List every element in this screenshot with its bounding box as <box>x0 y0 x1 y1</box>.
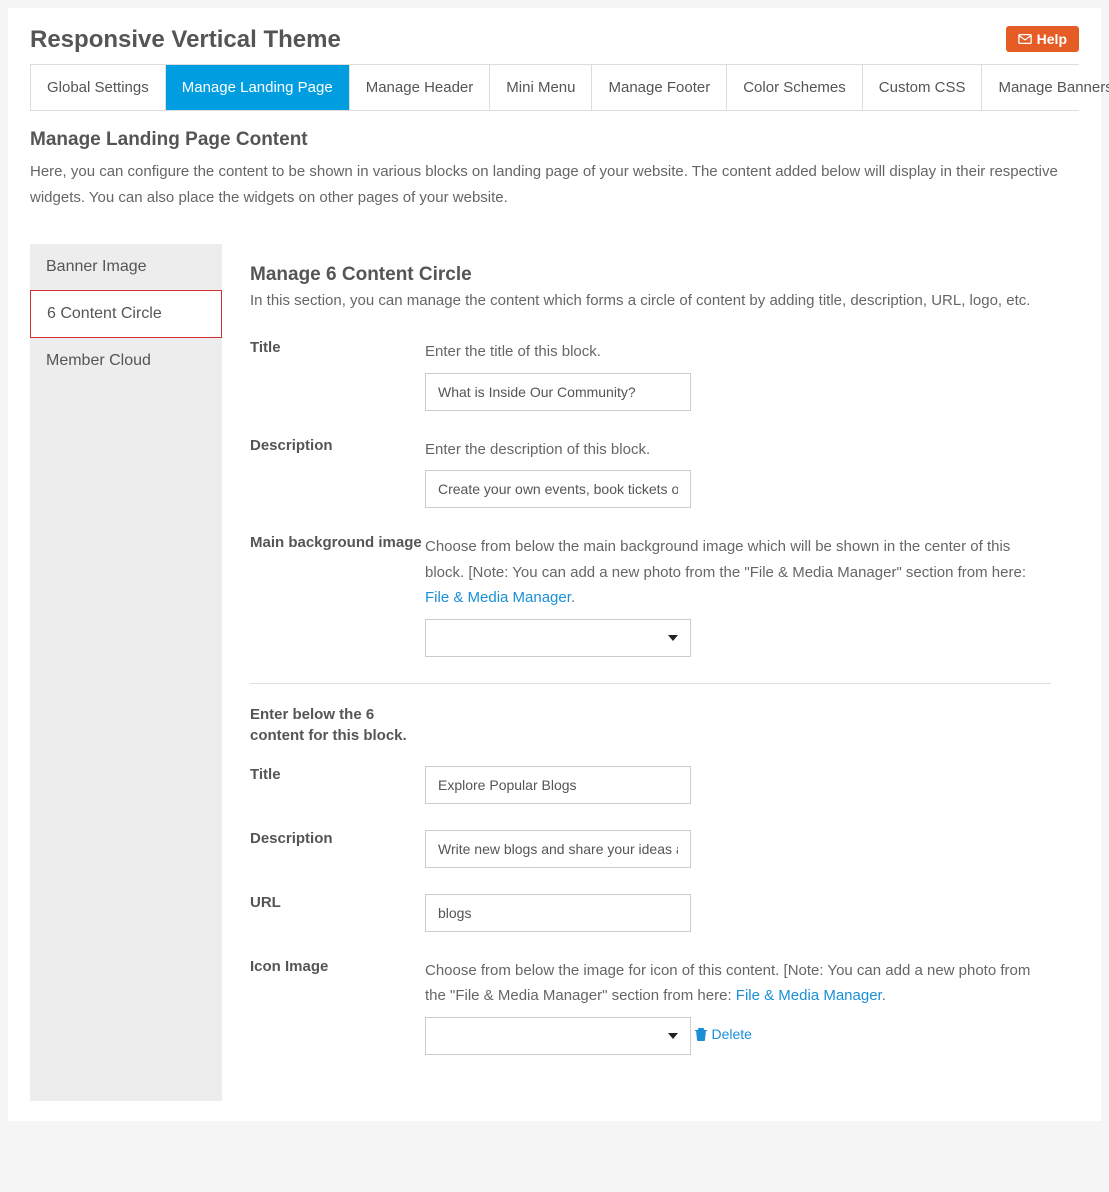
tab-manage-header[interactable]: Manage Header <box>350 65 491 110</box>
tab-manage-footer[interactable]: Manage Footer <box>592 65 727 110</box>
sidebar-item-6-content-circle[interactable]: 6 Content Circle <box>30 290 222 338</box>
file-media-manager-link[interactable]: File & Media Manager <box>425 589 571 606</box>
divider <box>250 683 1051 684</box>
tab-bar: Global Settings Manage Landing Page Mana… <box>30 64 1079 111</box>
content-title-input[interactable] <box>425 766 691 804</box>
description-label: Description <box>250 437 425 509</box>
icon-image-select[interactable] <box>425 1017 691 1055</box>
tab-mini-menu[interactable]: Mini Menu <box>490 65 592 110</box>
content-description-input[interactable] <box>425 830 691 868</box>
delete-link[interactable]: Delete <box>695 1026 751 1042</box>
sidebar-item-banner-image[interactable]: Banner Image <box>30 244 222 290</box>
content-description-label: Description <box>250 830 425 868</box>
panel-title: Manage 6 Content Circle <box>250 264 1051 286</box>
content-title-label: Title <box>250 766 425 804</box>
tab-manage-banners[interactable]: Manage Banners <box>982 65 1109 110</box>
panel-description: In this section, you can manage the cont… <box>250 292 1051 309</box>
page-title: Responsive Vertical Theme <box>30 26 341 54</box>
icon-image-label: Icon Image <box>250 958 425 1055</box>
tab-custom-css[interactable]: Custom CSS <box>863 65 983 110</box>
tab-global-settings[interactable]: Global Settings <box>31 65 166 110</box>
trash-icon <box>695 1027 707 1041</box>
mail-icon <box>1018 32 1032 46</box>
delete-label: Delete <box>711 1026 751 1042</box>
title-label: Title <box>250 339 425 411</box>
title-input[interactable] <box>425 373 691 411</box>
content-url-label: URL <box>250 894 425 932</box>
sidebar-item-member-cloud[interactable]: Member Cloud <box>30 338 222 384</box>
title-hint: Enter the title of this block. <box>425 339 1051 365</box>
tab-manage-landing-page[interactable]: Manage Landing Page <box>166 65 350 110</box>
sidebar: Banner Image 6 Content Circle Member Clo… <box>30 244 222 1101</box>
description-hint: Enter the description of this block. <box>425 437 1051 463</box>
bg-image-hint: Choose from below the main background im… <box>425 534 1051 611</box>
description-input[interactable] <box>425 470 691 508</box>
content-url-input[interactable] <box>425 894 691 932</box>
bg-image-select[interactable] <box>425 619 691 657</box>
bg-image-label: Main background image <box>250 534 425 657</box>
help-label: Help <box>1037 31 1067 47</box>
section-title: Manage Landing Page Content <box>30 129 1079 151</box>
tab-color-schemes[interactable]: Color Schemes <box>727 65 863 110</box>
section-note: Enter below the 6 content for this block… <box>250 704 425 746</box>
section-description: Here, you can configure the content to b… <box>30 159 1079 210</box>
icon-image-hint: Choose from below the image for icon of … <box>425 958 1051 1009</box>
file-media-manager-link-2[interactable]: File & Media Manager <box>736 987 882 1004</box>
help-button[interactable]: Help <box>1006 26 1079 52</box>
